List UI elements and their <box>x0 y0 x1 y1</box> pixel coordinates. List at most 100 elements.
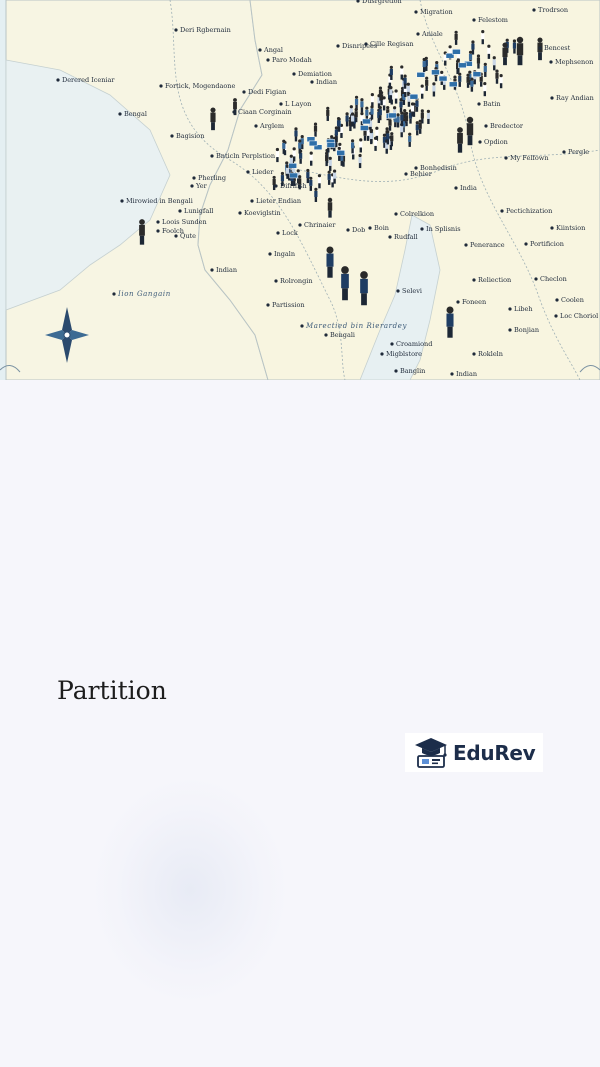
map-marker-icon <box>456 300 460 304</box>
person-figure <box>370 93 374 108</box>
map-label: Ray Andian <box>556 94 594 102</box>
person-figure <box>327 197 333 218</box>
map-label: Arglem <box>259 122 284 130</box>
person-figure <box>351 112 355 127</box>
person-figure <box>373 136 378 151</box>
map-marker-icon <box>266 303 270 307</box>
map-marker-icon <box>178 209 182 213</box>
map-label: Mirowied in Bengali <box>126 197 193 205</box>
protest-sign <box>360 125 369 131</box>
person-figure <box>309 176 313 191</box>
map-marker-icon <box>472 352 476 356</box>
map-marker-icon <box>538 46 542 50</box>
person-figure <box>432 82 436 97</box>
map-marker-icon <box>472 18 476 22</box>
person-figure <box>327 170 331 185</box>
map-label: Loc Choriol <box>560 312 598 320</box>
map-marker-icon <box>298 223 302 227</box>
map-label: Opdion <box>484 138 508 146</box>
map-marker-icon <box>120 199 124 203</box>
person-figure <box>314 187 318 202</box>
map-label: Rolrongin <box>280 277 313 285</box>
map-marker-icon <box>159 84 163 88</box>
edurev-logo[interactable]: EduRev <box>405 733 543 772</box>
person-figure <box>483 62 487 77</box>
person-figure <box>400 65 404 80</box>
map-marker-icon <box>388 235 392 239</box>
map-marker-icon <box>550 96 554 100</box>
map-marker-icon <box>174 28 178 32</box>
person-figure <box>354 107 358 123</box>
map-label: Pergle <box>568 148 589 156</box>
map-marker-icon <box>112 292 116 296</box>
map-marker-icon <box>500 209 504 213</box>
person-figure <box>410 102 415 117</box>
protest-sign <box>472 71 482 77</box>
map-label: Lieder <box>252 168 274 176</box>
map-marker-icon <box>549 60 553 64</box>
map-marker-icon <box>238 211 242 215</box>
person-figure <box>369 129 373 145</box>
map-marker-icon <box>346 228 350 232</box>
map-marker-icon <box>478 140 482 144</box>
protest-sign <box>388 112 397 119</box>
map-marker-icon <box>562 150 566 154</box>
map-marker-icon <box>268 252 272 256</box>
map-label: Boin <box>374 224 389 232</box>
map-marker-icon <box>532 8 536 12</box>
map-label: Coolen <box>561 296 584 304</box>
map-marker-icon <box>534 277 538 281</box>
map-label: Kiintsion <box>556 224 585 232</box>
protest-sign <box>336 150 345 156</box>
map-label: Checlon <box>540 275 567 283</box>
map-label: Selevi <box>402 287 422 295</box>
map-label: Indian <box>316 78 337 86</box>
protest-sign <box>362 118 371 125</box>
person-figure <box>275 147 280 163</box>
person-figure <box>466 116 474 146</box>
map-marker-icon <box>390 342 394 346</box>
person-figure <box>400 111 404 126</box>
protest-sign <box>431 69 440 76</box>
map-marker-icon <box>246 170 250 174</box>
person-figure <box>360 98 364 113</box>
map-marker-icon <box>170 134 174 138</box>
person-figure <box>139 219 145 245</box>
map-label: Partission <box>272 301 305 309</box>
map-marker-icon <box>416 32 420 36</box>
map-marker-icon <box>258 48 262 52</box>
map-marker-icon <box>464 243 468 247</box>
map-label: Derered Iceniar <box>62 76 115 84</box>
person-figure <box>476 54 481 69</box>
person-figure <box>328 156 332 171</box>
map-label: My Felfown <box>510 154 549 162</box>
map-marker-icon <box>420 227 424 231</box>
person-figure <box>326 106 330 121</box>
map-marker-icon <box>190 184 194 188</box>
person-figure <box>396 113 400 128</box>
map-label: Migration <box>420 8 453 16</box>
map-label: Bengali <box>330 331 355 339</box>
person-figure <box>306 168 310 184</box>
person-figure <box>325 151 329 167</box>
map-marker-icon <box>156 229 160 233</box>
person-figure <box>350 139 355 154</box>
person-figure <box>317 174 322 189</box>
person-figure <box>332 169 337 184</box>
map-label: Rudfall <box>394 233 418 241</box>
map-label: Indian <box>216 266 237 274</box>
map-label: Marectied bin Rierardey <box>305 322 407 330</box>
map-label: Koeviglstin <box>244 209 281 217</box>
person-figure <box>378 106 382 121</box>
map-marker-icon <box>276 231 280 235</box>
person-figure <box>358 153 362 169</box>
map-label: Mephsenon <box>555 58 593 66</box>
person-figure <box>210 107 216 131</box>
person-figure <box>292 147 296 162</box>
person-figure <box>360 271 368 306</box>
map-marker-icon <box>404 172 408 176</box>
person-figure <box>404 111 409 127</box>
map-marker-icon <box>300 324 304 328</box>
person-figure <box>389 86 393 101</box>
map-marker-icon <box>394 212 398 216</box>
